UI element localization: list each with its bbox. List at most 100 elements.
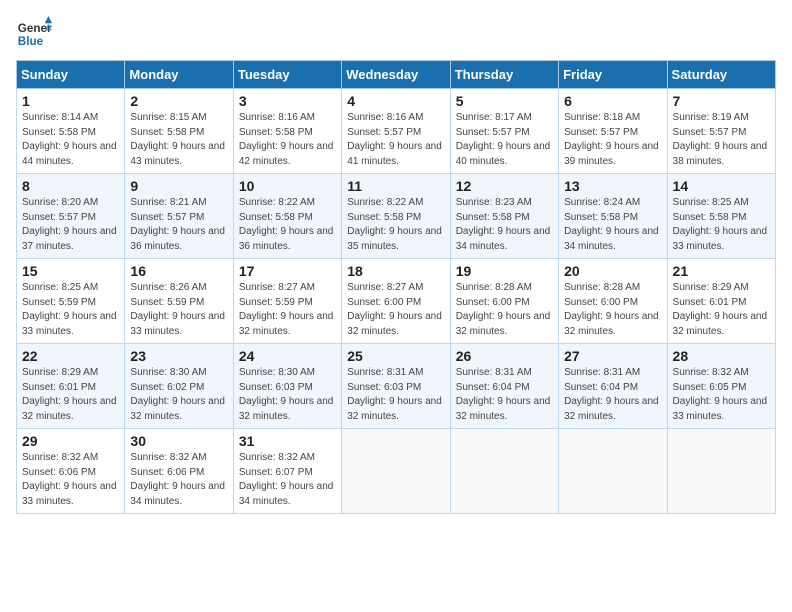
day-number: 21 [673, 263, 770, 279]
day-info: Sunrise: 8:23 AMSunset: 5:58 PMDaylight:… [456, 196, 553, 254]
day-number: 12 [456, 178, 553, 194]
day-number: 30 [130, 433, 227, 449]
calendar-day-cell: 1 Sunrise: 8:14 AMSunset: 5:58 PMDaylight… [17, 89, 125, 174]
day-info: Sunrise: 8:18 AMSunset: 5:57 PMDaylight:… [564, 111, 661, 169]
calendar-day-cell: 27 Sunrise: 8:31 AMSunset: 6:04 PMDayligh… [559, 344, 667, 429]
day-number: 28 [673, 348, 770, 364]
day-number: 4 [347, 93, 444, 109]
day-number: 23 [130, 348, 227, 364]
day-info: Sunrise: 8:31 AMSunset: 6:04 PMDaylight:… [456, 366, 553, 424]
day-info: Sunrise: 8:29 AMSunset: 6:01 PMDaylight:… [673, 281, 770, 339]
calendar-week-row: 22 Sunrise: 8:29 AMSunset: 6:01 PMDayligh… [17, 344, 776, 429]
day-info: Sunrise: 8:32 AMSunset: 6:06 PMDaylight:… [22, 451, 119, 509]
day-info: Sunrise: 8:30 AMSunset: 6:02 PMDaylight:… [130, 366, 227, 424]
calendar-day-cell: 21 Sunrise: 8:29 AMSunset: 6:01 PMDayligh… [667, 259, 775, 344]
day-info: Sunrise: 8:32 AMSunset: 6:07 PMDaylight:… [239, 451, 336, 509]
calendar-day-cell: 30 Sunrise: 8:32 AMSunset: 6:06 PMDayligh… [125, 429, 233, 514]
calendar-day-cell: 10 Sunrise: 8:22 AMSunset: 5:58 PMDayligh… [233, 174, 341, 259]
calendar-day-cell: 25 Sunrise: 8:31 AMSunset: 6:03 PMDayligh… [342, 344, 450, 429]
day-info: Sunrise: 8:27 AMSunset: 5:59 PMDaylight:… [239, 281, 336, 339]
day-info: Sunrise: 8:21 AMSunset: 5:57 PMDaylight:… [130, 196, 227, 254]
weekday-header-cell: Tuesday [233, 61, 341, 89]
day-number: 27 [564, 348, 661, 364]
calendar-day-cell: 5 Sunrise: 8:17 AMSunset: 5:57 PMDaylight… [450, 89, 558, 174]
calendar-week-row: 8 Sunrise: 8:20 AMSunset: 5:57 PMDaylight… [17, 174, 776, 259]
day-info: Sunrise: 8:28 AMSunset: 6:00 PMDaylight:… [456, 281, 553, 339]
day-info: Sunrise: 8:25 AMSunset: 5:58 PMDaylight:… [673, 196, 770, 254]
calendar-day-cell: 15 Sunrise: 8:25 AMSunset: 5:59 PMDayligh… [17, 259, 125, 344]
calendar-body: 1 Sunrise: 8:14 AMSunset: 5:58 PMDaylight… [17, 89, 776, 514]
calendar-day-cell: 19Sunrise: 8:28 AMSunset: 6:00 PMDayligh… [450, 259, 558, 344]
day-number: 25 [347, 348, 444, 364]
day-number: 1 [22, 93, 119, 109]
day-info: Sunrise: 8:30 AMSunset: 6:03 PMDaylight:… [239, 366, 336, 424]
calendar-day-cell: 24 Sunrise: 8:30 AMSunset: 6:03 PMDayligh… [233, 344, 341, 429]
day-number: 26 [456, 348, 553, 364]
day-info: Sunrise: 8:25 AMSunset: 5:59 PMDaylight:… [22, 281, 119, 339]
calendar-day-cell: 11Sunrise: 8:22 AMSunset: 5:58 PMDayligh… [342, 174, 450, 259]
day-info: Sunrise: 8:31 AMSunset: 6:04 PMDaylight:… [564, 366, 661, 424]
day-info: Sunrise: 8:16 AMSunset: 5:58 PMDaylight:… [239, 111, 336, 169]
day-info: Sunrise: 8:28 AMSunset: 6:00 PMDaylight:… [564, 281, 661, 339]
day-number: 7 [673, 93, 770, 109]
calendar-day-cell: 18 Sunrise: 8:27 AMSunset: 6:00 PMDayligh… [342, 259, 450, 344]
calendar-day-cell: 2 Sunrise: 8:15 AMSunset: 5:58 PMDaylight… [125, 89, 233, 174]
calendar-day-cell: 20 Sunrise: 8:28 AMSunset: 6:00 PMDayligh… [559, 259, 667, 344]
calendar-day-cell: 6 Sunrise: 8:18 AMSunset: 5:57 PMDaylight… [559, 89, 667, 174]
calendar-week-row: 1 Sunrise: 8:14 AMSunset: 5:58 PMDaylight… [17, 89, 776, 174]
day-number: 20 [564, 263, 661, 279]
day-number: 8 [22, 178, 119, 194]
day-number: 3 [239, 93, 336, 109]
day-info: Sunrise: 8:29 AMSunset: 6:01 PMDaylight:… [22, 366, 119, 424]
day-info: Sunrise: 8:24 AMSunset: 5:58 PMDaylight:… [564, 196, 661, 254]
calendar-table: SundayMondayTuesdayWednesdayThursdayFrid… [16, 60, 776, 514]
day-info: Sunrise: 8:22 AMSunset: 5:58 PMDaylight:… [239, 196, 336, 254]
day-number: 2 [130, 93, 227, 109]
day-info: Sunrise: 8:20 AMSunset: 5:57 PMDaylight:… [22, 196, 119, 254]
day-info: Sunrise: 8:31 AMSunset: 6:03 PMDaylight:… [347, 366, 444, 424]
calendar-day-cell: 26 Sunrise: 8:31 AMSunset: 6:04 PMDayligh… [450, 344, 558, 429]
day-number: 5 [456, 93, 553, 109]
day-info: Sunrise: 8:32 AMSunset: 6:05 PMDaylight:… [673, 366, 770, 424]
day-info: Sunrise: 8:19 AMSunset: 5:57 PMDaylight:… [673, 111, 770, 169]
day-number: 16 [130, 263, 227, 279]
calendar-day-cell [342, 429, 450, 514]
calendar-day-cell: 7 Sunrise: 8:19 AMSunset: 5:57 PMDaylight… [667, 89, 775, 174]
logo-icon: General Blue [16, 16, 52, 52]
calendar-day-cell: 22 Sunrise: 8:29 AMSunset: 6:01 PMDayligh… [17, 344, 125, 429]
day-number: 18 [347, 263, 444, 279]
day-number: 17 [239, 263, 336, 279]
day-number: 31 [239, 433, 336, 449]
day-number: 22 [22, 348, 119, 364]
day-number: 11 [347, 178, 444, 194]
logo: General Blue [16, 16, 52, 52]
weekday-header-cell: Saturday [667, 61, 775, 89]
day-info: Sunrise: 8:32 AMSunset: 6:06 PMDaylight:… [130, 451, 227, 509]
day-info: Sunrise: 8:14 AMSunset: 5:58 PMDaylight:… [22, 111, 119, 169]
calendar-day-cell: 14Sunrise: 8:25 AMSunset: 5:58 PMDayligh… [667, 174, 775, 259]
calendar-day-cell: 13 Sunrise: 8:24 AMSunset: 5:58 PMDayligh… [559, 174, 667, 259]
calendar-day-cell: 3 Sunrise: 8:16 AMSunset: 5:58 PMDaylight… [233, 89, 341, 174]
calendar-day-cell: 9Sunrise: 8:21 AMSunset: 5:57 PMDaylight… [125, 174, 233, 259]
weekday-header-cell: Wednesday [342, 61, 450, 89]
day-number: 10 [239, 178, 336, 194]
day-info: Sunrise: 8:15 AMSunset: 5:58 PMDaylight:… [130, 111, 227, 169]
day-number: 24 [239, 348, 336, 364]
calendar-day-cell: 31 Sunrise: 8:32 AMSunset: 6:07 PMDayligh… [233, 429, 341, 514]
weekday-header-row: SundayMondayTuesdayWednesdayThursdayFrid… [17, 61, 776, 89]
weekday-header-cell: Thursday [450, 61, 558, 89]
day-info: Sunrise: 8:17 AMSunset: 5:57 PMDaylight:… [456, 111, 553, 169]
day-number: 15 [22, 263, 119, 279]
calendar-day-cell: 8 Sunrise: 8:20 AMSunset: 5:57 PMDaylight… [17, 174, 125, 259]
day-info: Sunrise: 8:27 AMSunset: 6:00 PMDaylight:… [347, 281, 444, 339]
day-number: 13 [564, 178, 661, 194]
calendar-day-cell: 23 Sunrise: 8:30 AMSunset: 6:02 PMDayligh… [125, 344, 233, 429]
day-number: 29 [22, 433, 119, 449]
calendar-week-row: 29 Sunrise: 8:32 AMSunset: 6:06 PMDayligh… [17, 429, 776, 514]
day-info: Sunrise: 8:26 AMSunset: 5:59 PMDaylight:… [130, 281, 227, 339]
day-number: 6 [564, 93, 661, 109]
svg-text:Blue: Blue [18, 35, 44, 48]
weekday-header-cell: Monday [125, 61, 233, 89]
calendar-day-cell: 28 Sunrise: 8:32 AMSunset: 6:05 PMDayligh… [667, 344, 775, 429]
day-info: Sunrise: 8:16 AMSunset: 5:57 PMDaylight:… [347, 111, 444, 169]
